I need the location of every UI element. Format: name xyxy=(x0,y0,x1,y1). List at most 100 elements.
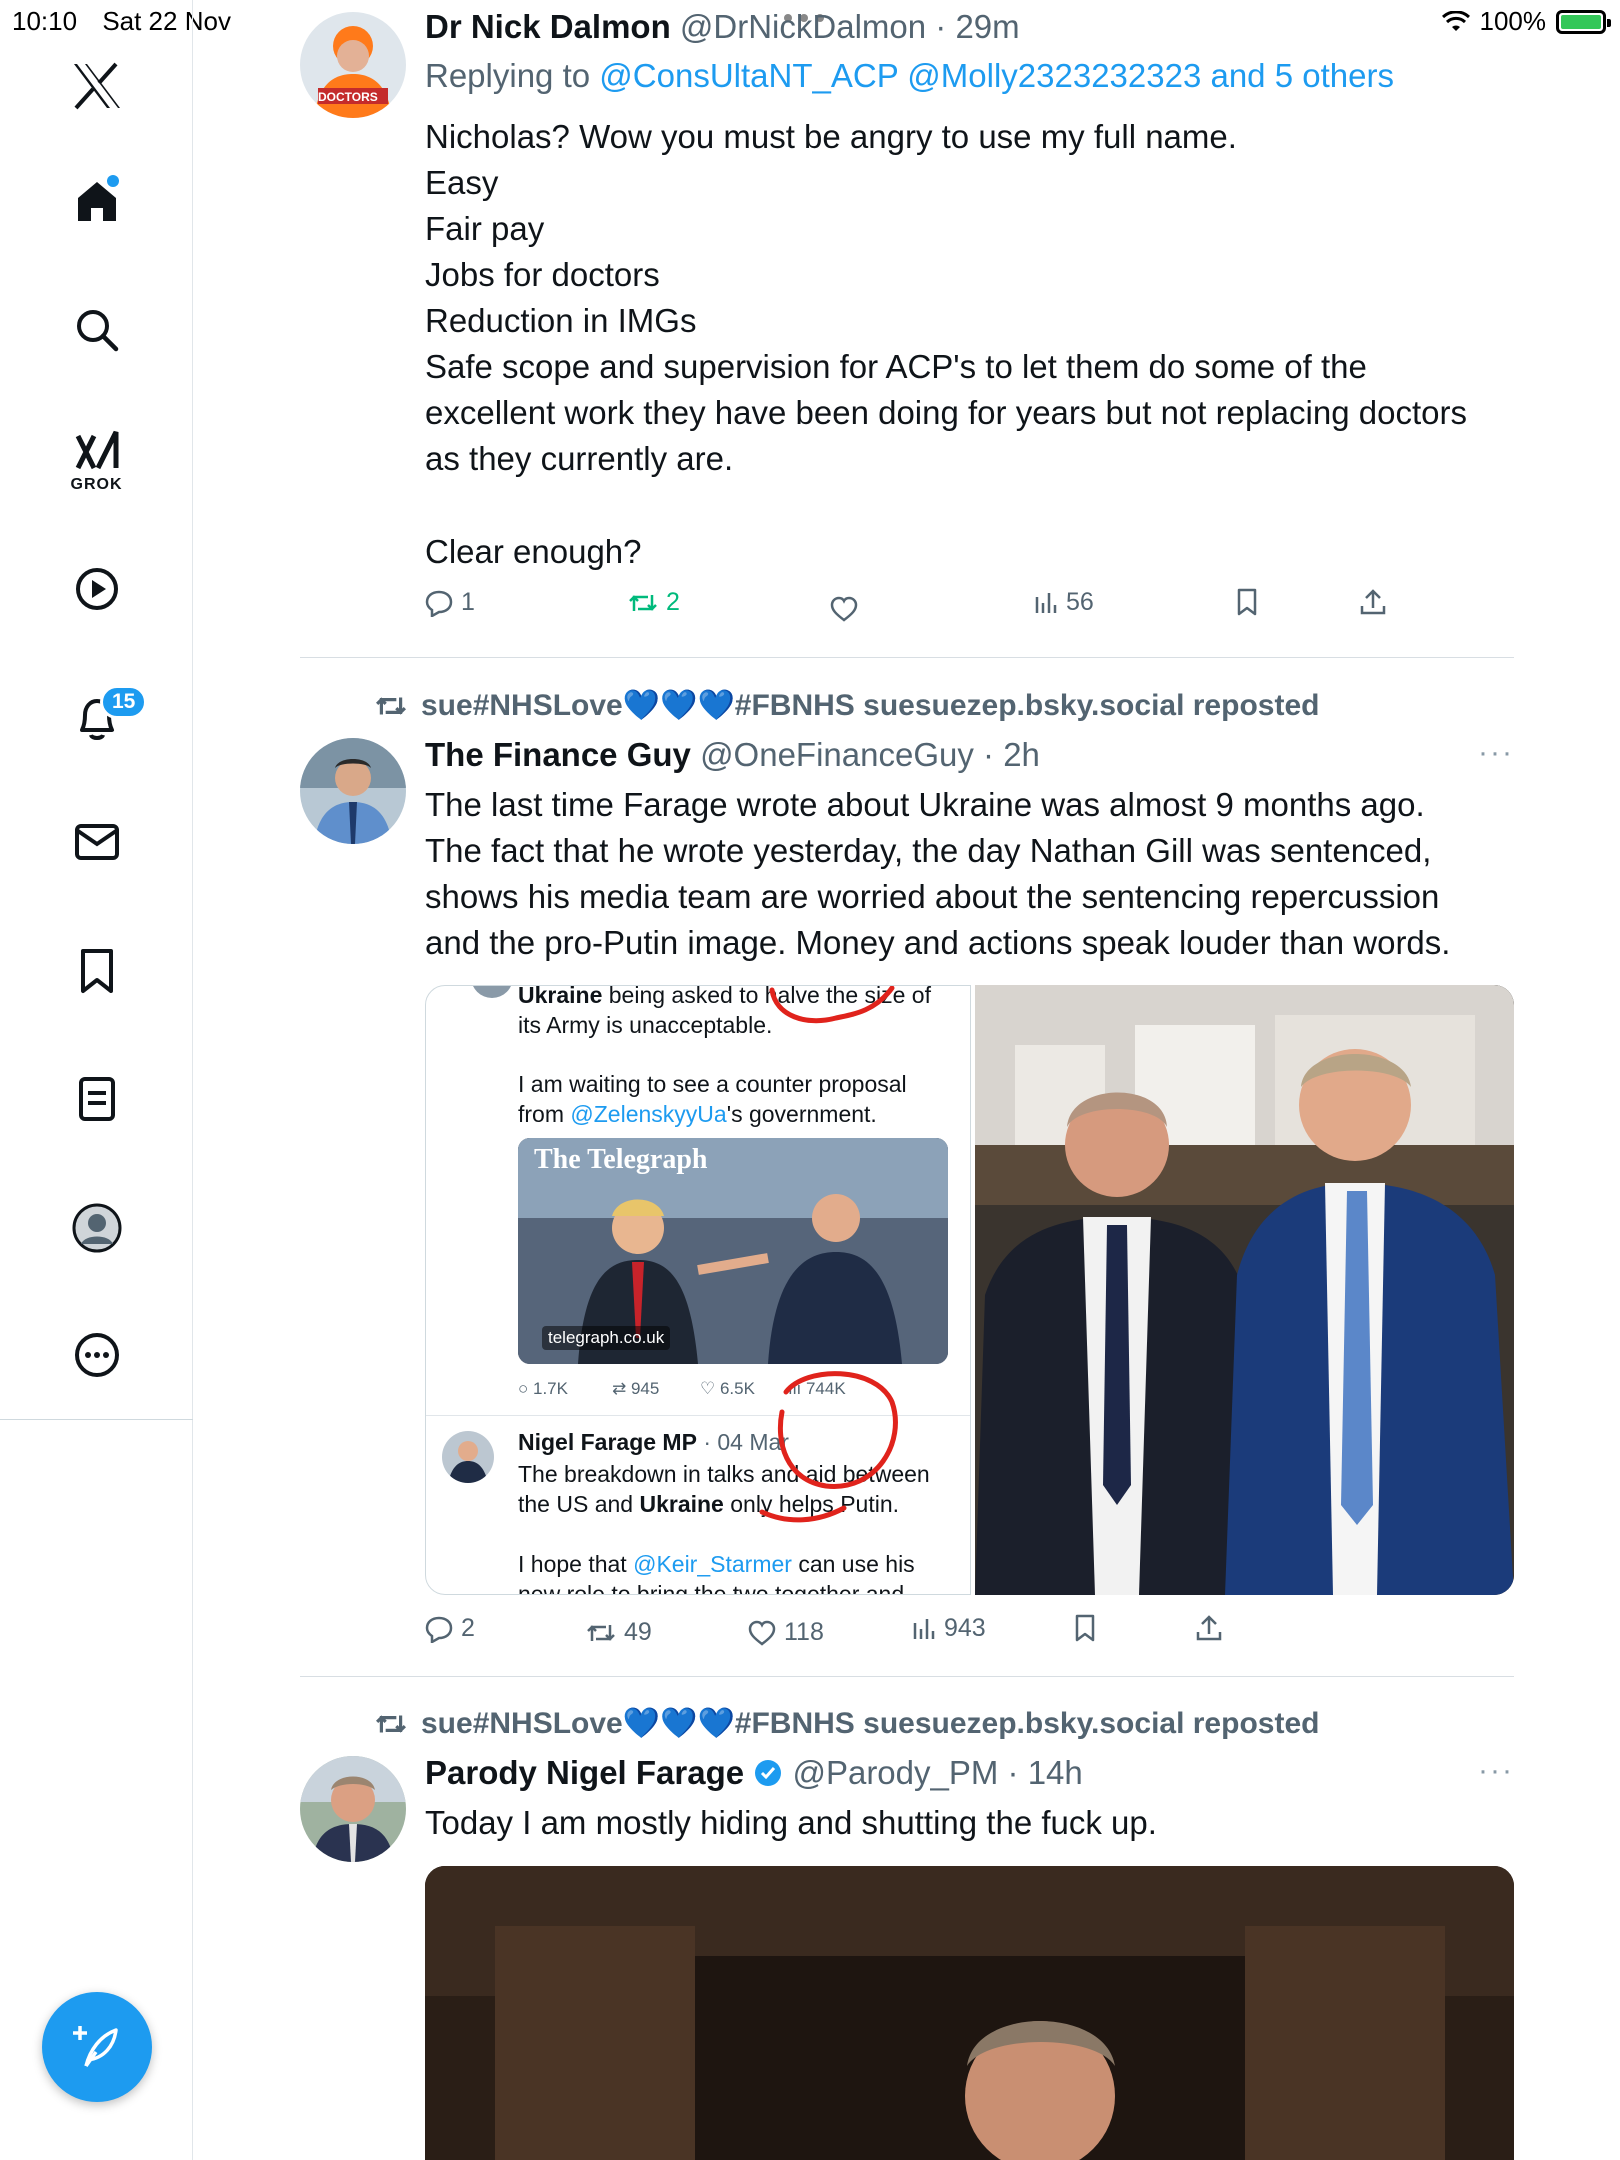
tweet-text-line: The fact that he wrote yesterday, the da… xyxy=(425,832,1432,869)
heart-icon xyxy=(830,596,858,622)
quoted-avatar xyxy=(471,986,513,998)
author-name[interactable]: Dr Nick Dalmon xyxy=(425,8,671,45)
media-image-photo[interactable] xyxy=(425,1866,1514,2160)
reply-count: 2 xyxy=(461,1614,475,1642)
like-button[interactable]: 118 xyxy=(748,1618,824,1647)
repost-icon xyxy=(376,1714,406,1733)
embedded-likes: ♡ 6.5K xyxy=(700,1379,755,1398)
avatar[interactable] xyxy=(300,738,406,844)
repost-icon xyxy=(629,594,657,611)
author-name[interactable]: The Finance Guy xyxy=(425,736,691,773)
tweet-text-line: Today I am mostly hiding and shutting th… xyxy=(425,1804,1157,1841)
tweet-text-line: Reduction in IMGs xyxy=(425,302,697,339)
repost-count: 2 xyxy=(666,588,680,616)
embedded-line: its Army is unacceptable. xyxy=(518,1012,773,1038)
avatar[interactable]: DOCTORS xyxy=(300,12,406,118)
views-count: 943 xyxy=(944,1614,986,1642)
views-button[interactable]: 943 xyxy=(912,1614,986,1643)
embedded-mention: @ZelenskyyUa xyxy=(570,1101,727,1127)
reposted-by[interactable]: sue#NHSLove💙💙💙#FBNHS suesuezep.bsky.soci… xyxy=(375,1706,1319,1741)
embedded-line: I am waiting to see a counter proposal xyxy=(518,1071,907,1097)
tweet-text-line: and the pro-Putin image. Money and actio… xyxy=(425,924,1451,961)
tweet-text-line: as they currently are. xyxy=(425,440,734,477)
tweet-header: The Finance Guy @OneFinanceGuy · 2h xyxy=(425,736,1040,774)
repost-count: 49 xyxy=(624,1618,652,1646)
tweet-text-line: Clear enough? xyxy=(425,533,642,570)
views-bar-icon xyxy=(1035,592,1057,613)
author-handle[interactable]: @Parody_PM xyxy=(792,1754,998,1791)
tweet-text-line: shows his media team are worried about t… xyxy=(425,878,1440,915)
embedded-reposts: ⇄ 945 xyxy=(612,1379,660,1398)
share-icon xyxy=(1360,589,1386,615)
tweet-time[interactable]: · 2h xyxy=(983,736,1040,773)
bookmark-icon xyxy=(1237,588,1257,616)
photo-two-men xyxy=(975,985,1514,1595)
avatar-photo xyxy=(300,1756,406,1862)
tweet-time[interactable]: · 14h xyxy=(1008,1754,1083,1791)
repost-button[interactable]: 49 xyxy=(586,1618,652,1647)
tweet-time[interactable]: · 29m xyxy=(935,8,1019,45)
link-card-image: The Telegraph telegraph.co.uk xyxy=(518,1138,948,1364)
author-name[interactable]: Parody Nigel Farage xyxy=(425,1754,744,1791)
red-annotation-underline xyxy=(759,1505,847,1523)
embedded-line: from @ZelenskyyUa's government. xyxy=(518,1099,877,1129)
red-annotation-circle xyxy=(777,1371,898,1489)
reply-icon xyxy=(425,1616,453,1643)
tweet-actions: 1 2 56 xyxy=(0,588,1620,628)
tweet-text-line: Easy xyxy=(425,164,499,201)
views-button[interactable]: 56 xyxy=(1034,588,1094,617)
avatar-photo xyxy=(300,738,406,844)
card-title: The Telegraph xyxy=(534,1144,708,1175)
repost-icon xyxy=(587,1624,615,1641)
replying-to: Replying to @ConsUltaNT_ACP @Molly232323… xyxy=(425,57,1394,95)
tweet-text-line: excellent work they have been doing for … xyxy=(425,394,1467,431)
heart-icon xyxy=(748,1620,776,1646)
quoted-header: Nigel Farage MP · 04 Mar xyxy=(518,1429,789,1456)
tweet-text-line: Jobs for doctors xyxy=(425,256,660,293)
tweet-actions: 2 49 118 943 xyxy=(0,1614,1620,1654)
media-image-photo[interactable] xyxy=(975,985,1514,1595)
embedded-text: from xyxy=(518,1101,571,1127)
reply-button[interactable]: 1 xyxy=(425,588,475,617)
like-count: 118 xyxy=(784,1618,824,1646)
reposted-by-text: sue#NHSLove💙💙💙#FBNHS suesuezep.bsky.soci… xyxy=(421,689,1320,722)
avatar-sign-text: DOCTORS xyxy=(318,90,378,104)
author-handle[interactable]: @OneFinanceGuy xyxy=(700,736,974,773)
reply-icon xyxy=(425,590,453,617)
photo-man-in-dark-room xyxy=(425,1866,1514,2160)
share-icon xyxy=(1196,1615,1222,1641)
more-options-button[interactable]: ··· xyxy=(1478,1754,1514,1788)
media-image-screenshot[interactable]: Ukraine being asked to halve the size of… xyxy=(425,985,971,1595)
avatar[interactable] xyxy=(300,1756,406,1862)
author-handle[interactable]: @DrNickDalmon xyxy=(680,8,926,45)
repost-button[interactable]: 2 xyxy=(628,588,680,617)
reply-button[interactable]: 2 xyxy=(425,1614,475,1643)
share-button[interactable] xyxy=(1196,1614,1222,1642)
embedded-text: 's government. xyxy=(726,1101,877,1127)
tweet-text-line: Fair pay xyxy=(425,210,545,247)
reposted-by-text: sue#NHSLove💙💙💙#FBNHS suesuezep.bsky.soci… xyxy=(421,1707,1320,1740)
tweet-header: Dr Nick Dalmon @DrNickDalmon · 29m xyxy=(425,8,1020,46)
bookmark-button[interactable] xyxy=(1074,1614,1096,1642)
tweet-text-line: The last time Farage wrote about Ukraine… xyxy=(425,786,1425,823)
views-count: 56 xyxy=(1066,588,1094,616)
replying-to-link[interactable]: @ConsUltaNT_ACP @Molly2323232323 and 5 o… xyxy=(599,57,1394,94)
bookmark-icon xyxy=(1075,1614,1095,1642)
tweet-header: Parody Nigel Farage @Parody_PM · 14h xyxy=(425,1754,1083,1792)
bookmark-button[interactable] xyxy=(1236,588,1258,616)
quoted-line: new role to bring the two together and xyxy=(518,1581,905,1595)
more-options-button[interactable]: ··· xyxy=(1478,736,1514,770)
tweet-text-line: Nicholas? Wow you must be angry to use m… xyxy=(425,118,1237,155)
reposted-by[interactable]: sue#NHSLove💙💙💙#FBNHS suesuezep.bsky.soci… xyxy=(375,688,1319,723)
quoted-name: Nigel Farage MP xyxy=(518,1429,697,1455)
red-annotation-scribble xyxy=(769,986,895,1024)
replying-prefix: Replying to xyxy=(425,57,591,94)
share-button[interactable] xyxy=(1360,588,1386,616)
like-button[interactable] xyxy=(830,596,858,622)
views-bar-icon xyxy=(913,1618,935,1639)
verified-badge-icon xyxy=(755,1760,782,1786)
reply-count: 1 xyxy=(461,588,475,616)
embedded-replies: ○ 1.7K xyxy=(518,1379,568,1398)
tweet-separator xyxy=(300,1676,1514,1677)
quoted-avatar xyxy=(442,1431,494,1483)
